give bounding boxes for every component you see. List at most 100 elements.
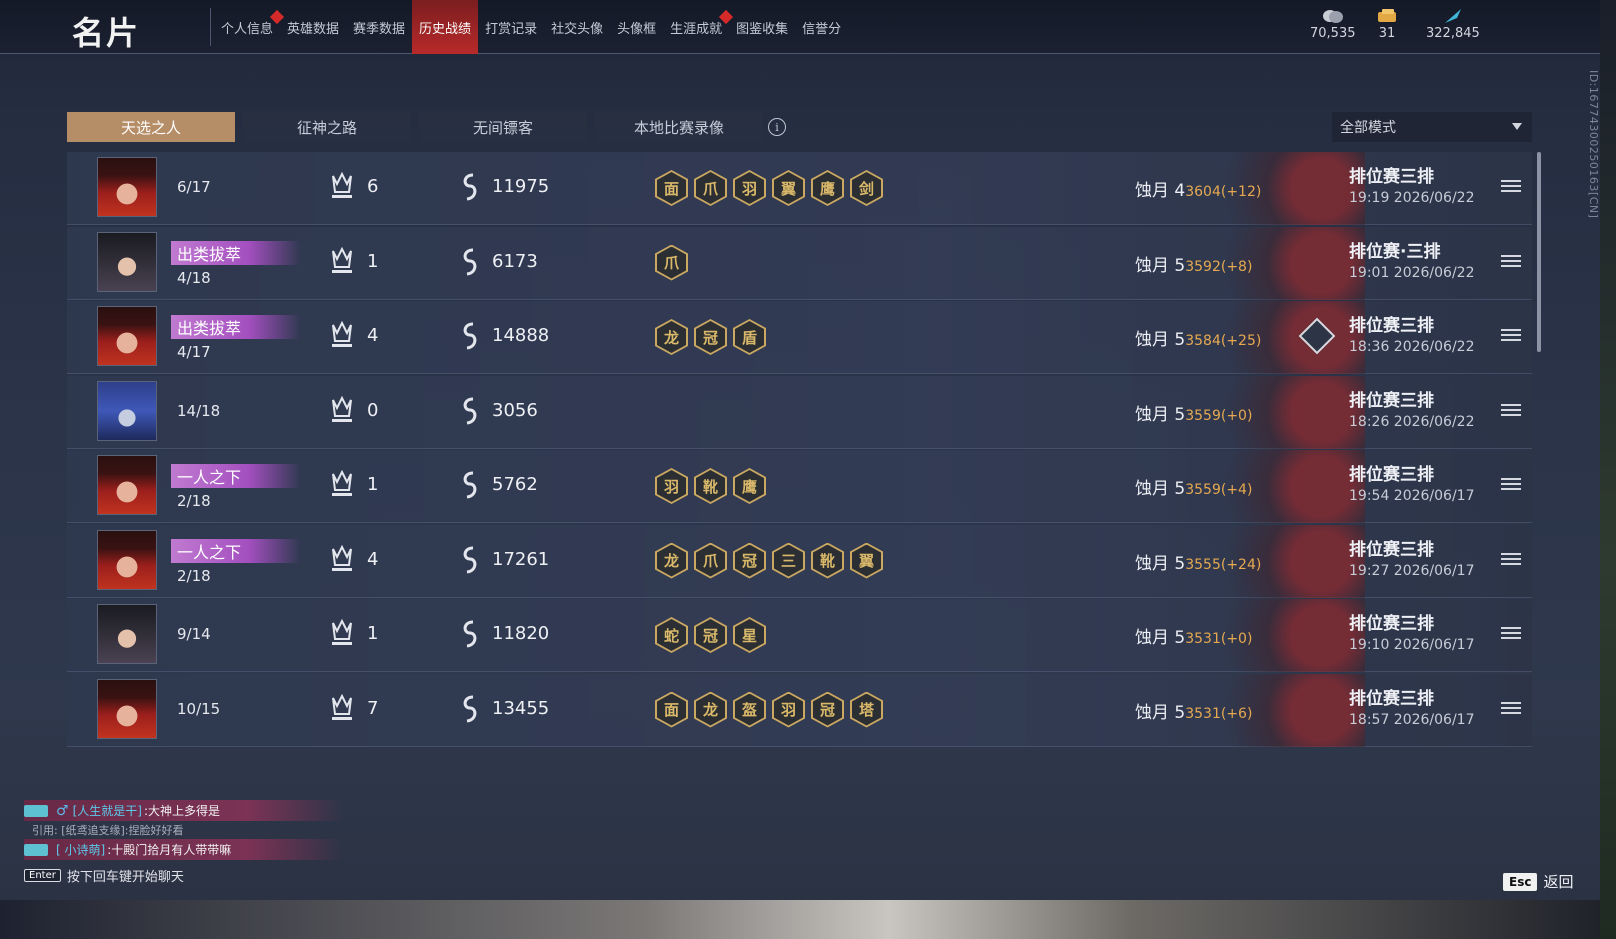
- nav-tab[interactable]: 打赏记录: [478, 0, 544, 54]
- achievement-badge-icon[interactable]: 靴: [694, 468, 727, 504]
- list-scrollbar[interactable]: [1537, 152, 1541, 352]
- title-divider: [210, 8, 211, 46]
- nav-tab[interactable]: 社交头像: [544, 0, 610, 54]
- tier-name: 蚀月 5: [1135, 404, 1186, 425]
- match-mode: 排位赛三排: [1349, 465, 1434, 485]
- placement: 4/18: [177, 268, 211, 287]
- damage-spiral-icon: [463, 173, 477, 201]
- achievement-badge-icon[interactable]: 星: [733, 617, 766, 653]
- nav-tab-label: 历史战绩: [419, 21, 472, 37]
- details-menu-icon[interactable]: [1501, 403, 1521, 420]
- honor-title-badge: 一人之下: [171, 538, 301, 563]
- achievement-badge-icon[interactable]: 三: [772, 542, 805, 579]
- match-row[interactable]: 10/15 7 13455 面龙盔羽冠塔 蚀月 53531(+6) 排位赛三排 18:57 …: [67, 673, 1532, 747]
- details-menu-icon[interactable]: [1501, 627, 1521, 643]
- achievement-badge-icon[interactable]: 鹰: [733, 468, 766, 504]
- tab-wujian[interactable]: 无间镖客: [419, 112, 587, 142]
- badge-glyph: 靴: [813, 544, 842, 577]
- achievement-badge-icon[interactable]: 龙: [694, 691, 727, 728]
- achievement-badges: 龙冠盾: [655, 319, 766, 355]
- chat-message[interactable]: [ 小诗萌] :十殿门拾月有人带带嘛: [24, 839, 344, 860]
- tab-tianxuan[interactable]: 天选之人: [67, 112, 235, 142]
- match-mode: 排位赛三排: [1349, 390, 1434, 411]
- achievement-badge-icon[interactable]: 剑: [850, 170, 883, 206]
- badge-glyph: 星: [735, 619, 764, 651]
- kills-trophy-icon: [332, 321, 352, 347]
- nav-tab[interactable]: 生涯成就: [663, 0, 734, 54]
- achievement-badge-icon[interactable]: 爪: [655, 244, 688, 281]
- kill-count: 1: [367, 474, 379, 495]
- achievement-badge-icon[interactable]: 冠: [733, 542, 766, 579]
- chat-message[interactable]: ♂ [人生就是干] :大神上多得是: [24, 800, 344, 821]
- achievement-badge-icon[interactable]: 面: [655, 691, 688, 728]
- nav-tab[interactable]: 历史战绩: [412, 0, 479, 54]
- match-row[interactable]: 9/14 1 11820 蛇冠星 蚀月 53531(+0) 排位赛三排 19:10 2026…: [67, 599, 1532, 672]
- achievement-badge-icon[interactable]: 面: [655, 170, 688, 206]
- match-row[interactable]: 6/17 6 11975 面爪羽翼鹰剑 蚀月 43604(+12) 排位赛三排 19:19 …: [67, 152, 1532, 225]
- achievement-badge-icon[interactable]: 鹰: [811, 170, 844, 206]
- match-row[interactable]: 一人之下 2/18 1 5762 羽靴鹰 蚀月 53559(+4) 排位赛三排 19:54 2…: [67, 450, 1532, 523]
- achievement-badge-icon[interactable]: 爪: [694, 170, 727, 206]
- damage-score: 6173: [492, 250, 538, 272]
- nav-tab[interactable]: 信誉分: [795, 0, 848, 54]
- tier-name: 蚀月 5: [1135, 628, 1186, 648]
- match-row[interactable]: 14/18 0 3056 蚀月 53559(+0) 排位赛三排 18:26 2026/06…: [67, 375, 1532, 449]
- nav-tab[interactable]: 个人信息: [214, 0, 285, 54]
- achievement-badge-icon[interactable]: 塔: [850, 691, 883, 728]
- chevron-down-icon: [1512, 123, 1522, 130]
- placement: 14/18: [177, 401, 221, 420]
- chat-input-hint[interactable]: Enter 按下回车键开始聊天: [24, 866, 344, 885]
- achievement-badge-icon[interactable]: 冠: [694, 319, 727, 355]
- nav-tab-label: 英雄数据: [287, 21, 340, 37]
- details-menu-icon[interactable]: [1501, 478, 1521, 494]
- rank-points: 3592(+8): [1185, 258, 1253, 275]
- details-menu-icon[interactable]: [1501, 254, 1521, 271]
- kills-trophy-icon: [332, 246, 352, 273]
- tier-name: 蚀月 5: [1135, 479, 1186, 499]
- chat-sender[interactable]: [人生就是干]: [73, 802, 142, 819]
- nav-tab[interactable]: 赛季数据: [346, 0, 412, 54]
- achievement-badge-icon[interactable]: 盾: [733, 319, 766, 355]
- details-menu-icon[interactable]: [1501, 552, 1521, 569]
- badge-glyph: 翼: [852, 544, 881, 577]
- tab-local-replay[interactable]: 本地比赛录像: [595, 112, 763, 142]
- match-row[interactable]: 一人之下 2/18 4 17261 龙爪冠三靴翼 蚀月 53555(+24) 排位赛三排 19…: [67, 524, 1532, 598]
- nav-tab[interactable]: 头像框: [610, 0, 663, 54]
- achievement-badge-icon[interactable]: 龙: [655, 319, 688, 355]
- achievement-badge-icon[interactable]: 羽: [733, 170, 766, 206]
- achievement-badge-icon[interactable]: 翼: [772, 170, 805, 206]
- rank-points: 3531(+6): [1185, 705, 1253, 722]
- achievement-badge-icon[interactable]: 爪: [694, 542, 727, 579]
- honor-title-badge: 一人之下: [171, 464, 301, 488]
- info-icon[interactable]: i: [768, 118, 786, 136]
- achievement-badge-icon[interactable]: 羽: [655, 468, 688, 504]
- achievement-badge-icon[interactable]: 蛇: [655, 617, 688, 653]
- badge-glyph: 龙: [696, 693, 725, 726]
- nav-tab[interactable]: 英雄数据: [280, 0, 346, 54]
- details-menu-icon[interactable]: [1501, 701, 1521, 718]
- match-row[interactable]: 出类拔萃 4/18 1 6173 爪 蚀月 53592(+8) 排位赛·三排 19:01 20…: [67, 226, 1532, 300]
- achievement-badge-icon[interactable]: 龙: [655, 542, 688, 579]
- mode-select[interactable]: 全部模式: [1332, 112, 1532, 142]
- tab-zhengshen[interactable]: 征神之路: [243, 112, 411, 142]
- achievement-badge-icon[interactable]: 翼: [850, 542, 883, 579]
- tier-name: 蚀月 4: [1135, 181, 1186, 201]
- achievement-badge-icon[interactable]: 冠: [811, 691, 844, 728]
- badge-glyph: 冠: [696, 321, 725, 353]
- placement: 2/18: [177, 492, 211, 510]
- details-menu-icon[interactable]: [1501, 180, 1521, 196]
- chat-sender[interactable]: [ 小诗萌]: [56, 841, 105, 858]
- back-button[interactable]: Esc 返回: [1503, 871, 1573, 892]
- match-row[interactable]: 出类拔萃 4/17 4 14888 龙冠盾 蚀月 53584(+25) 排位赛三排 18:36…: [67, 301, 1532, 374]
- currency-value: 70,535: [1310, 26, 1356, 41]
- achievement-badge-icon[interactable]: 冠: [694, 617, 727, 653]
- achievement-badge-icon[interactable]: 盔: [733, 691, 766, 728]
- achievement-badge-icon[interactable]: 靴: [811, 542, 844, 579]
- nav-tab[interactable]: 图鉴收集: [729, 0, 795, 54]
- kill-count: 1: [367, 623, 379, 644]
- details-menu-icon[interactable]: [1501, 329, 1521, 345]
- player-avatar: [97, 604, 157, 664]
- achievement-badge-icon[interactable]: 羽: [772, 691, 805, 728]
- badge-glyph: 蛇: [657, 619, 686, 651]
- kill-count: 7: [367, 697, 379, 719]
